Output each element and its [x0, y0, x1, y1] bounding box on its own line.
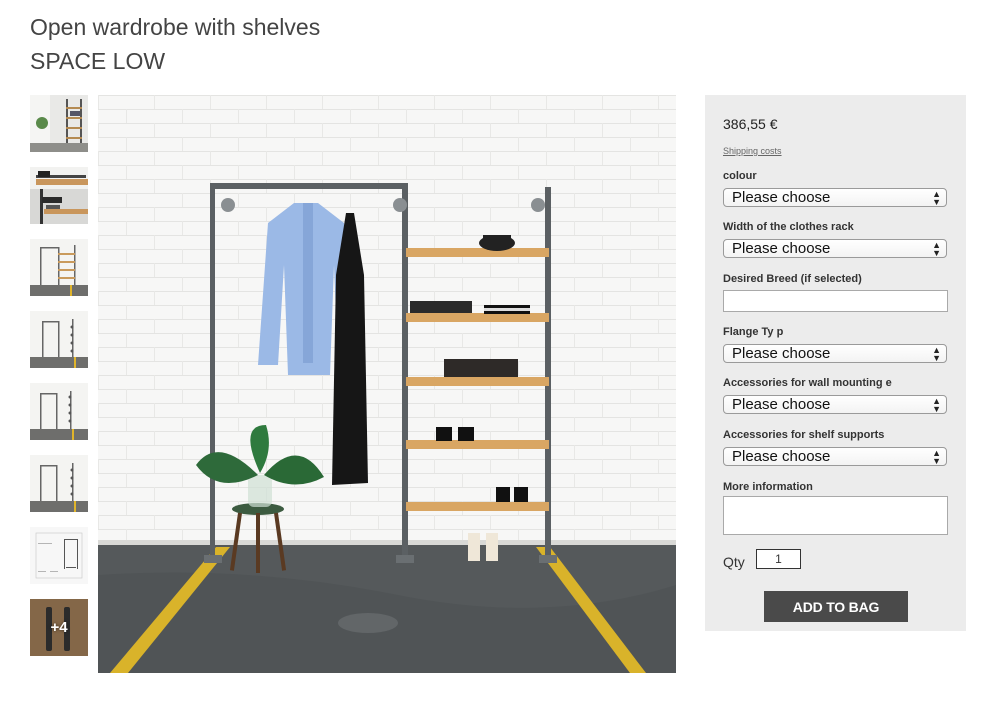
- updown-arrows-icon: ▲ ▼: [932, 240, 941, 258]
- width-label: Width of the clothes rack: [723, 221, 854, 233]
- wall-mounting-label: Accessories for wall mounting e: [723, 377, 892, 389]
- colour-select-value: Please choose: [732, 189, 831, 206]
- thumbnail-4[interactable]: [30, 311, 88, 368]
- purchase-panel: 386,55 € Shipping costs colour Please ch…: [705, 95, 966, 631]
- add-to-bag-button[interactable]: ADD TO BAG: [764, 591, 908, 622]
- thumbnail-7[interactable]: [30, 527, 88, 584]
- wall-mounting-select-value: Please choose: [732, 396, 831, 413]
- flange-type-label: Flange Ty p: [723, 326, 784, 338]
- more-information-textarea[interactable]: [723, 496, 948, 535]
- shelf-supports-select-value: Please choose: [732, 448, 831, 465]
- colour-label: colour: [723, 170, 757, 182]
- qty-input[interactable]: 1: [756, 549, 801, 569]
- thumbnail-3[interactable]: [30, 239, 88, 296]
- product-price: 386,55 €: [723, 116, 778, 132]
- desired-breed-label: Desired Breed (if selected): [723, 273, 862, 285]
- updown-arrows-icon: ▲ ▼: [932, 396, 941, 414]
- thumbnail-2[interactable]: [30, 167, 88, 224]
- width-select-value: Please choose: [732, 240, 831, 257]
- thumbnail-1[interactable]: [30, 95, 88, 152]
- colour-select[interactable]: Please choose ▲ ▼: [723, 188, 947, 207]
- flange-type-select[interactable]: Please choose ▲ ▼: [723, 344, 947, 363]
- qty-label: Qty: [723, 554, 745, 570]
- updown-arrows-icon: ▲ ▼: [932, 448, 941, 466]
- thumbnail-5[interactable]: [30, 383, 88, 440]
- thumbnail-6[interactable]: [30, 455, 88, 512]
- shelf-supports-label: Accessories for shelf supports: [723, 429, 885, 441]
- wall-mounting-select[interactable]: Please choose ▲ ▼: [723, 395, 947, 414]
- main-product-image[interactable]: [98, 95, 676, 673]
- more-information-label: More information: [723, 481, 813, 493]
- product-subtitle: SPACE LOW: [30, 48, 166, 74]
- width-select[interactable]: Please choose ▲ ▼: [723, 239, 947, 258]
- updown-arrows-icon: ▲ ▼: [932, 189, 941, 207]
- shelf-supports-select[interactable]: Please choose ▲ ▼: [723, 447, 947, 466]
- thumbnail-more[interactable]: +4: [30, 599, 88, 656]
- updown-arrows-icon: ▲ ▼: [932, 345, 941, 363]
- shipping-costs-link[interactable]: Shipping costs: [723, 146, 782, 156]
- more-images-count: +4: [50, 619, 68, 636]
- product-title: Open wardrobe with shelves: [30, 14, 321, 40]
- flange-type-select-value: Please choose: [732, 345, 831, 362]
- desired-breed-input[interactable]: [723, 290, 948, 312]
